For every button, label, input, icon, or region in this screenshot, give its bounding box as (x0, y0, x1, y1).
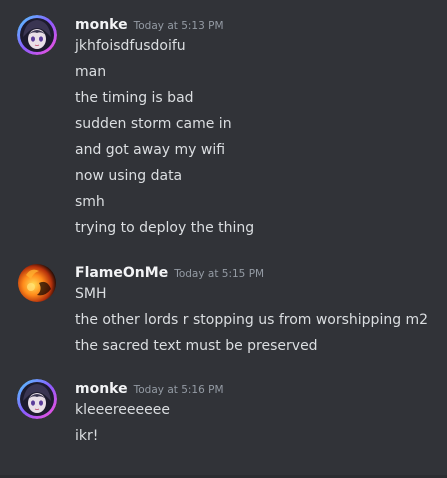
chat-messages: monke Today at 5:13 PM jkhfoisdfusdoifu m… (0, 0, 447, 478)
timestamp[interactable]: Today at 5:16 PM (134, 384, 224, 396)
anime-girl-avatar-icon (17, 379, 57, 419)
username[interactable]: monke (75, 381, 128, 397)
message-group: monke Today at 5:16 PM kleeereeeeee ikr! (0, 0, 447, 460)
message-header: monke Today at 5:16 PM (75, 378, 224, 398)
message-text: ikr! (75, 428, 99, 444)
message-text: kleeereeeeee (75, 402, 170, 418)
avatar[interactable] (17, 379, 57, 419)
